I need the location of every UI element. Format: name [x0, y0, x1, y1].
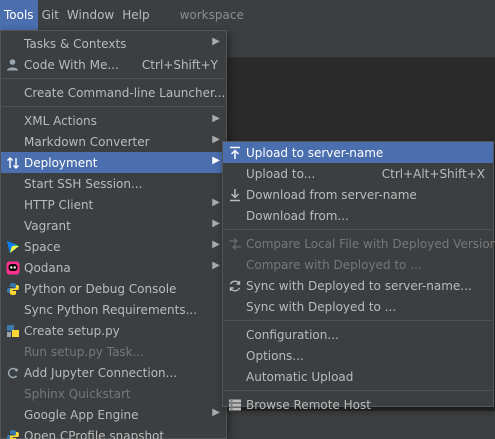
- submenu-arrow-icon: ▶: [212, 36, 220, 47]
- menu-item-sync-with-deployed[interactable]: Sync with Deployed to ...: [223, 296, 493, 317]
- jupyter-connection-icon: [5, 365, 20, 380]
- menu-item-python-console[interactable]: Python or Debug Console: [1, 278, 226, 299]
- menu-item-google-app-engine[interactable]: Google App Engine ▶: [1, 404, 226, 425]
- menu-item-label: Markdown Converter: [24, 134, 150, 149]
- shortcut-label: Ctrl+Alt+Shift+X: [381, 166, 485, 181]
- menu-item-label: XML Actions: [24, 113, 97, 128]
- menu-item-download-from[interactable]: Download from...: [223, 205, 493, 226]
- python-icon: [5, 428, 20, 439]
- menu-item-label: Automatic Upload: [246, 369, 354, 384]
- submenu-arrow-icon: ▶: [212, 239, 220, 250]
- submenu-arrow-icon: ▶: [212, 134, 220, 145]
- menu-item-label: Open CProfile snapshot: [24, 428, 165, 439]
- menu-item-label: Add Jupyter Connection...: [24, 365, 178, 380]
- menu-git[interactable]: Git: [38, 0, 63, 30]
- menu-item-deployment[interactable]: Deployment ▶: [1, 152, 226, 173]
- submenu-arrow-icon: ▶: [212, 407, 220, 418]
- deployment-submenu: Upload to server-name Upload to... Ctrl+…: [222, 141, 495, 412]
- submenu-arrow-icon: ▶: [212, 260, 220, 271]
- submenu-arrow-icon: ▶: [212, 218, 220, 229]
- menu-item-qodana[interactable]: Qodana ▶: [1, 257, 226, 278]
- menu-item-automatic-upload[interactable]: Automatic Upload: [223, 366, 493, 387]
- menu-item-sync-with-server[interactable]: Sync with Deployed to server-name...: [223, 275, 493, 296]
- user-icon: [5, 57, 20, 72]
- menu-item-label: Upload to...: [246, 166, 316, 181]
- menu-separator: [224, 390, 492, 391]
- menu-item-create-launcher[interactable]: Create Command-line Launcher...: [1, 82, 226, 103]
- menu-item-label: Qodana: [24, 260, 71, 275]
- menu-item-markdown-converter[interactable]: Markdown Converter ▶: [1, 131, 226, 152]
- menu-bar: Tools Git Window Help workspace: [0, 0, 495, 30]
- menu-item-label: Tasks & Contexts: [24, 36, 127, 51]
- menu-item-label: Python or Debug Console: [24, 281, 177, 296]
- menu-item-browse-remote-host[interactable]: Browse Remote Host: [223, 394, 493, 415]
- menu-item-upload-to-server[interactable]: Upload to server-name: [223, 142, 493, 163]
- space-logo-icon: [5, 239, 20, 254]
- menu-item-label: Options...: [246, 348, 304, 363]
- menu-item-label: Vagrant: [24, 218, 71, 233]
- menu-item-space[interactable]: Space ▶: [1, 236, 226, 257]
- menu-item-configuration[interactable]: Configuration...: [223, 324, 493, 345]
- menu-item-start-ssh[interactable]: Start SSH Session...: [1, 173, 226, 194]
- menu-item-create-setup[interactable]: Create setup.py: [1, 320, 226, 341]
- tools-menu: Tasks & Contexts ▶ Code With Me... Ctrl+…: [0, 30, 227, 439]
- menu-item-label: Compare Local File with Deployed Version: [246, 236, 495, 251]
- menu-item-label: Start SSH Session...: [24, 176, 143, 191]
- menu-item-tasks-contexts[interactable]: Tasks & Contexts ▶: [1, 33, 226, 54]
- compare-icon: [227, 236, 242, 251]
- menu-item-label: Sync with Deployed to ...: [246, 299, 397, 314]
- submenu-arrow-icon: ▶: [212, 113, 220, 124]
- menu-item-label: Sync with Deployed to server-name...: [246, 278, 472, 293]
- project-name: workspace: [179, 8, 244, 22]
- menu-item-run-setup-task[interactable]: Run setup.py Task...: [1, 341, 226, 362]
- menu-separator: [224, 320, 492, 321]
- menu-item-label: Sphinx Quickstart: [24, 386, 131, 401]
- menu-item-label: Create Command-line Launcher...: [24, 85, 226, 100]
- submenu-arrow-icon: ▶: [212, 197, 220, 208]
- menu-item-download-from-server[interactable]: Download from server-name: [223, 184, 493, 205]
- menu-item-label: Deployment: [24, 155, 98, 170]
- menu-item-label: HTTP Client: [24, 197, 94, 212]
- menu-item-label: Code With Me...: [24, 57, 119, 72]
- menu-item-label: Sync Python Requirements...: [24, 302, 198, 317]
- menu-item-label: Download from server-name: [246, 187, 417, 202]
- menu-item-label: Run setup.py Task...: [24, 344, 145, 359]
- menu-item-compare-local[interactable]: Compare Local File with Deployed Version: [223, 233, 495, 254]
- menu-item-open-cprofile[interactable]: Open CProfile snapshot: [1, 425, 226, 439]
- upload-icon: [227, 145, 242, 160]
- menu-window[interactable]: Window: [63, 0, 118, 30]
- menu-item-label: Download from...: [246, 208, 349, 223]
- menu-separator: [2, 106, 225, 107]
- qodana-logo-icon: [5, 260, 20, 275]
- menu-item-vagrant[interactable]: Vagrant ▶: [1, 215, 226, 236]
- menu-tools[interactable]: Tools: [0, 0, 38, 30]
- python-package-icon: [5, 323, 20, 338]
- python-icon: [5, 281, 20, 296]
- deployment-icon: [5, 155, 20, 170]
- menu-item-options[interactable]: Options...: [223, 345, 493, 366]
- menu-separator: [2, 78, 225, 79]
- remote-host-icon: [227, 397, 242, 412]
- menu-item-add-jupyter[interactable]: Add Jupyter Connection...: [1, 362, 226, 383]
- submenu-arrow-icon: ▶: [212, 155, 220, 166]
- menu-item-xml-actions[interactable]: XML Actions ▶: [1, 110, 226, 131]
- menu-item-label: Space: [24, 239, 61, 254]
- menu-item-label: Upload to server-name: [246, 145, 384, 160]
- menu-item-label: Configuration...: [246, 327, 339, 342]
- menu-item-upload-to[interactable]: Upload to... Ctrl+Alt+Shift+X: [223, 163, 493, 184]
- menu-item-label: Browse Remote Host: [246, 397, 371, 412]
- menu-item-label: Create setup.py: [24, 323, 120, 338]
- menu-separator: [224, 229, 492, 230]
- sync-icon: [227, 278, 242, 293]
- menu-item-sync-requirements[interactable]: Sync Python Requirements...: [1, 299, 226, 320]
- menu-item-code-with-me[interactable]: Code With Me... Ctrl+Shift+Y: [1, 54, 226, 75]
- menu-item-http-client[interactable]: HTTP Client ▶: [1, 194, 226, 215]
- menu-item-compare-with-deployed[interactable]: Compare with Deployed to ...: [223, 254, 493, 275]
- menu-item-label: Compare with Deployed to ...: [246, 257, 422, 272]
- menu-item-label: Google App Engine: [24, 407, 139, 422]
- menu-item-sphinx-quickstart[interactable]: Sphinx Quickstart: [1, 383, 226, 404]
- menu-help[interactable]: Help: [118, 0, 153, 30]
- download-icon: [227, 187, 242, 202]
- shortcut-label: Ctrl+Shift+Y: [141, 57, 218, 72]
